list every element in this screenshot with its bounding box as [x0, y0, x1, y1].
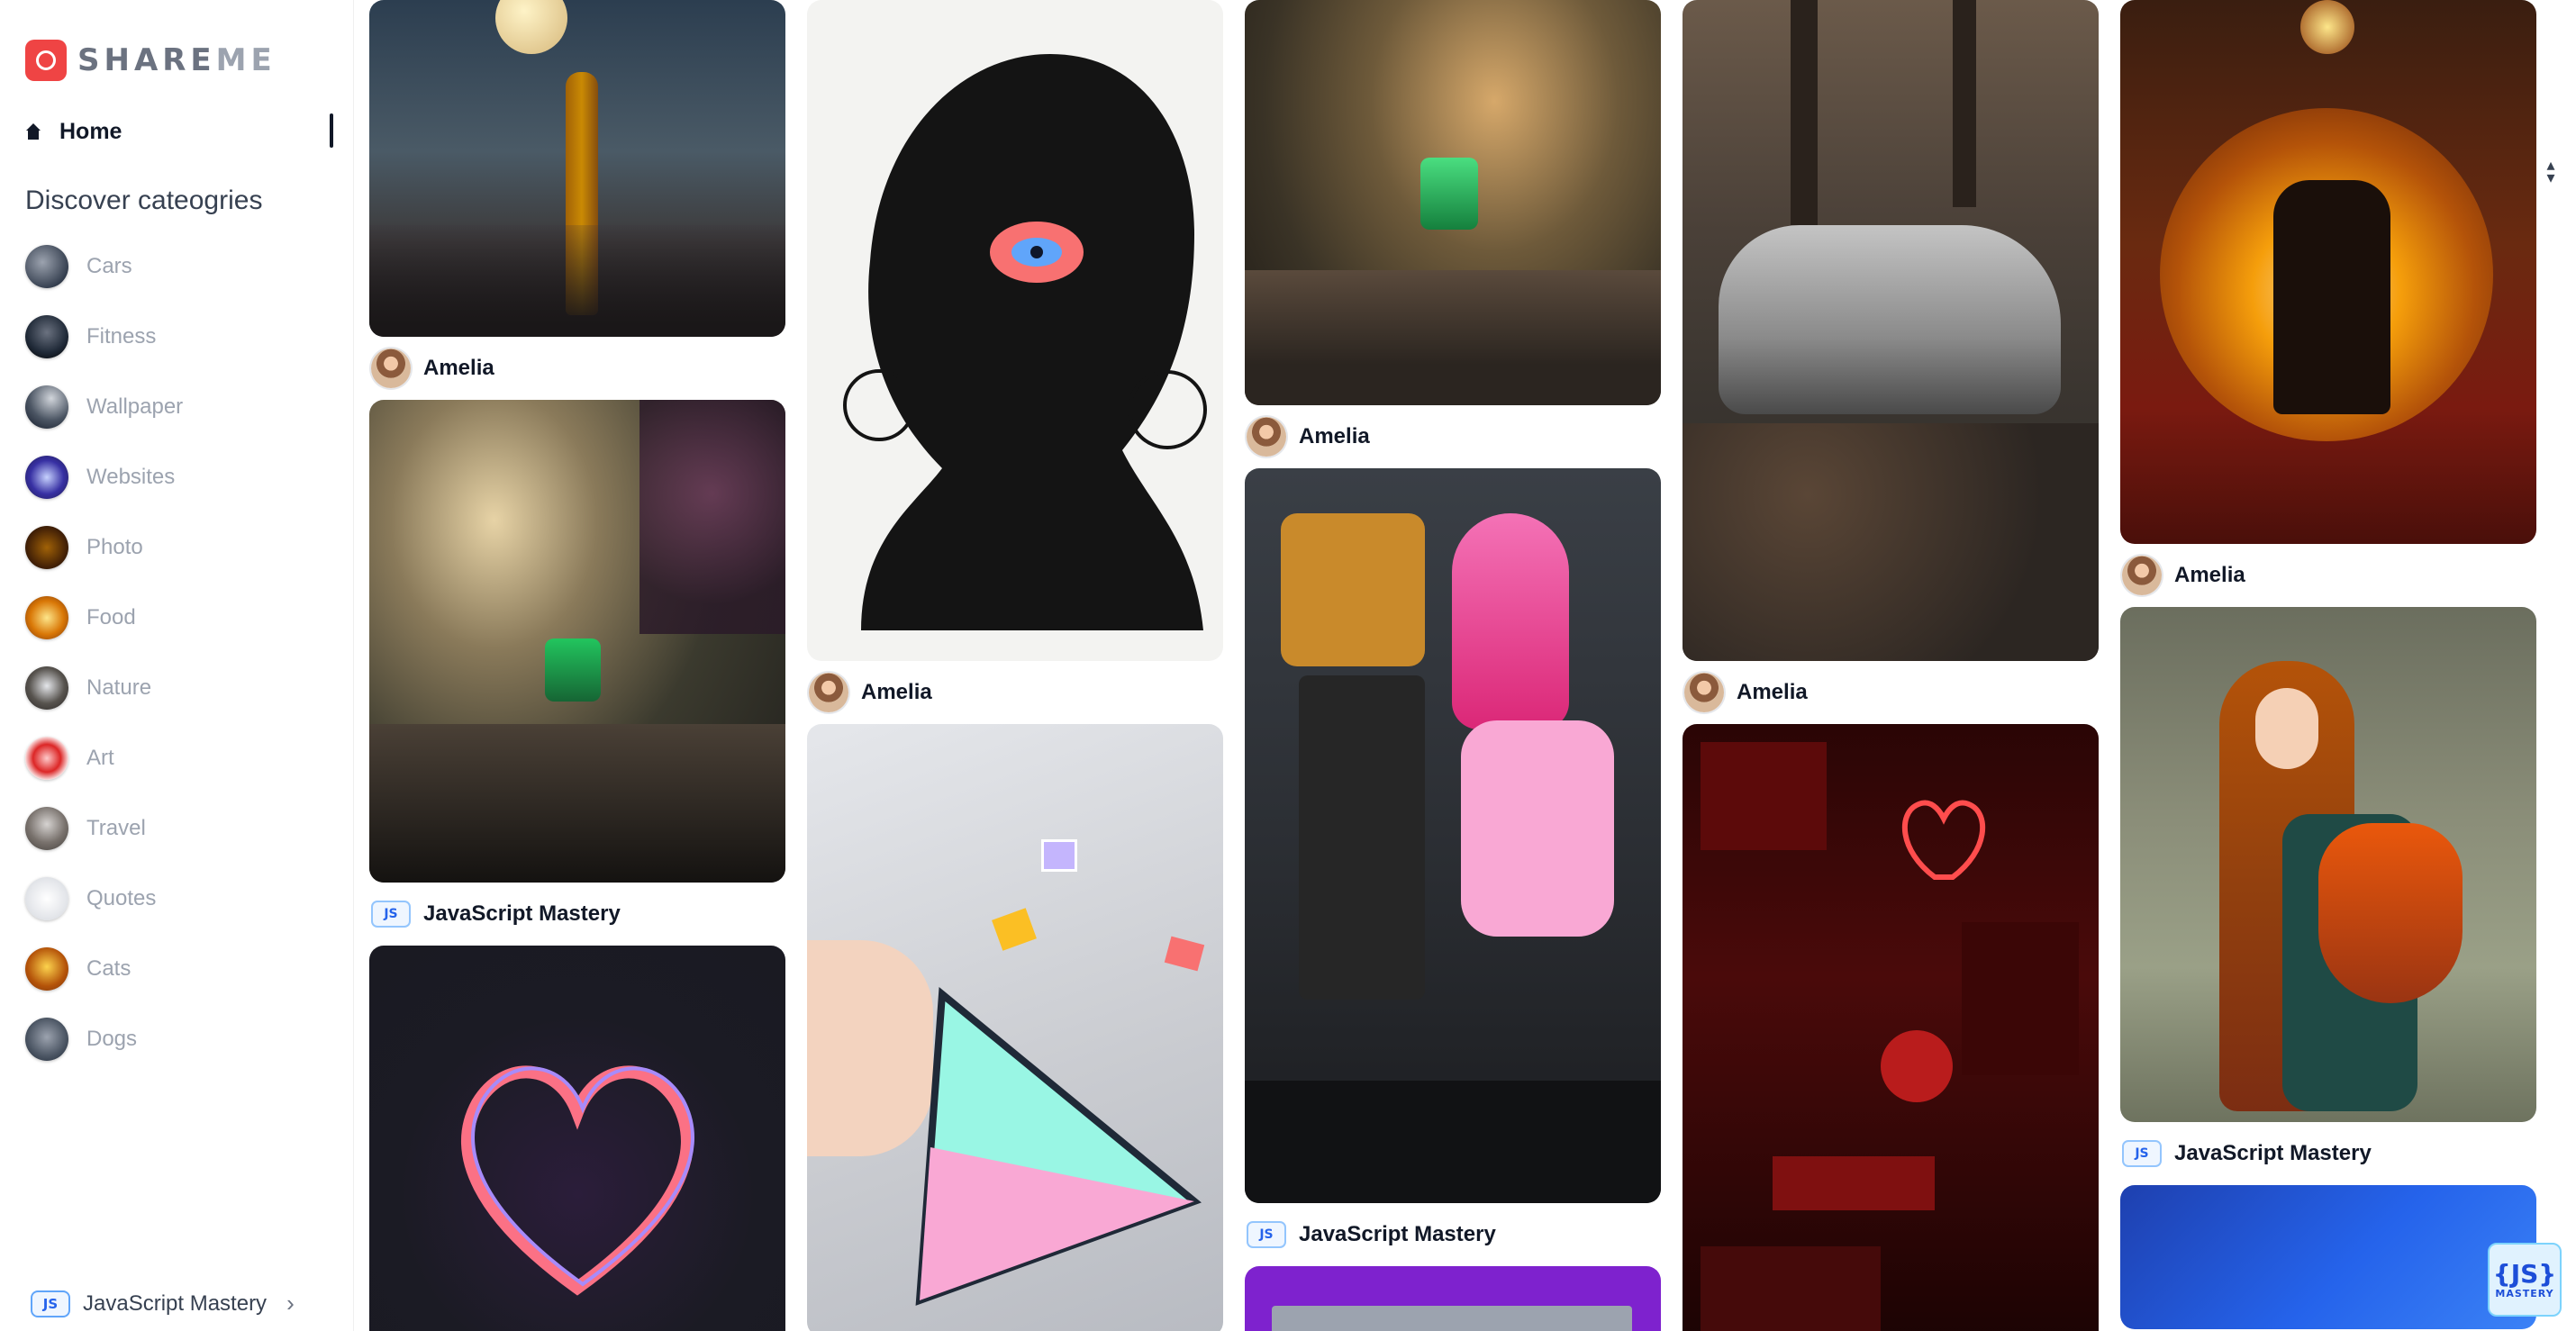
author-avatar	[2122, 556, 2162, 595]
pin-image-face-silhouette[interactable]	[807, 0, 1223, 661]
silhouette-art	[843, 54, 1207, 630]
author-name: Amelia	[423, 356, 494, 380]
masonry-column: Amelia	[1683, 0, 2099, 1331]
category-item-travel[interactable]: Travel	[25, 807, 183, 850]
category-thumb	[25, 737, 68, 780]
sidebar-user-profile-link[interactable]: JS JavaScript Mastery ›	[31, 1290, 295, 1317]
category-thumb	[25, 947, 68, 991]
category-thumb	[25, 245, 68, 288]
category-item-art[interactable]: Art	[25, 737, 183, 780]
category-thumb	[25, 666, 68, 710]
js-mastery-watermark: {JS} MASTERY	[2488, 1243, 2562, 1317]
category-thumb	[25, 315, 68, 358]
pin-author[interactable]: Amelia	[369, 337, 785, 400]
pin-author[interactable]: Amelia	[1245, 405, 1661, 468]
pin-feed: Amelia JS JavaScript Mastery Amelia Amel…	[369, 0, 2549, 1331]
category-thumb	[25, 1018, 68, 1061]
category-label: Dogs	[86, 1027, 138, 1051]
author-name: Amelia	[2174, 563, 2245, 587]
user-avatar: JS	[31, 1290, 70, 1317]
pin-image-giraffe-moon[interactable]	[369, 0, 785, 337]
author-avatar	[809, 673, 848, 712]
category-item-websites[interactable]: Websites	[25, 456, 183, 499]
author-avatar: JS	[1247, 1221, 1286, 1248]
author-name: JavaScript Mastery	[423, 901, 621, 926]
category-thumb	[25, 526, 68, 569]
brand-logo[interactable]: SHAREME	[25, 40, 277, 81]
category-label: Photo	[86, 535, 143, 559]
masonry-column: Amelia JS JavaScript Mastery	[369, 0, 785, 1331]
category-label: Nature	[86, 675, 152, 700]
pin-author[interactable]: JS JavaScript Mastery	[369, 883, 785, 946]
pin-image-red-neon-collage[interactable]	[1683, 724, 2099, 1331]
masonry-column: Amelia JS JavaScript Mastery	[1245, 0, 1661, 1331]
category-label: Travel	[86, 816, 146, 840]
author-avatar	[1247, 417, 1286, 457]
pin-author[interactable]: JS JavaScript Mastery	[1245, 1203, 1661, 1266]
author-name: JavaScript Mastery	[2174, 1141, 2372, 1165]
category-list: Cars Fitness Wallpaper Websites Photo Fo…	[25, 245, 183, 1088]
pin-image-couple-sunset[interactable]	[2120, 0, 2536, 544]
active-indicator	[330, 113, 333, 148]
category-label: Art	[86, 746, 114, 770]
category-item-dogs[interactable]: Dogs	[25, 1018, 183, 1061]
sidebar: SHAREME Home Discover cateogries Cars Fi…	[0, 0, 354, 1331]
category-label: Fitness	[86, 324, 157, 349]
masonry-column: Amelia	[807, 0, 1223, 1331]
pin-image-girl-with-fox[interactable]	[2120, 607, 2536, 1122]
author-avatar: JS	[2122, 1140, 2162, 1167]
category-label: Quotes	[86, 886, 157, 910]
pin-author[interactable]: Amelia	[1683, 661, 2099, 724]
author-avatar	[371, 349, 411, 388]
pin-author[interactable]: JS JavaScript Mastery	[2120, 1122, 2536, 1185]
category-item-photo[interactable]: Photo	[25, 526, 183, 569]
author-name: Amelia	[1737, 680, 1808, 704]
triangle-art	[915, 987, 1202, 1306]
discover-categories-heading: Discover cateogries	[25, 186, 263, 215]
category-label: Food	[86, 605, 136, 629]
author-avatar	[1684, 673, 1724, 712]
category-label: Wallpaper	[86, 394, 184, 419]
chevron-right-icon: ›	[286, 1290, 295, 1317]
user-name: JavaScript Mastery	[83, 1290, 268, 1316]
nav-home-label: Home	[59, 118, 122, 144]
pin-image-scooter-bokeh[interactable]	[1245, 0, 1661, 405]
author-name: Amelia	[1299, 424, 1370, 448]
scroll-arrows-icon[interactable]: ▴ ▾	[2540, 157, 2562, 186]
nav-home-link[interactable]: Home	[25, 112, 333, 151]
author-name: JavaScript Mastery	[1299, 1222, 1496, 1246]
pin-image-blue-gradient[interactable]	[2120, 1185, 2536, 1329]
pin-image-stained-glass-triangle[interactable]	[807, 724, 1223, 1331]
category-thumb	[25, 596, 68, 639]
category-item-cats[interactable]: Cats	[25, 947, 183, 991]
pin-image-sports-car[interactable]	[1683, 0, 2099, 661]
category-item-food[interactable]: Food	[25, 596, 183, 639]
category-label: Cats	[86, 956, 132, 981]
pin-image-neon-heart[interactable]	[369, 946, 785, 1331]
category-thumb	[25, 807, 68, 850]
category-item-wallpaper[interactable]: Wallpaper	[25, 385, 183, 429]
category-label: Websites	[86, 465, 176, 489]
category-item-nature[interactable]: Nature	[25, 666, 183, 710]
pin-image-purple-card[interactable]	[1245, 1266, 1661, 1331]
pin-image-spongebob-patrick[interactable]	[1245, 468, 1661, 1203]
author-name: Amelia	[861, 680, 932, 704]
category-item-fitness[interactable]: Fitness	[25, 315, 183, 358]
camera-icon	[25, 40, 67, 81]
category-thumb	[25, 877, 68, 920]
category-item-quotes[interactable]: Quotes	[25, 877, 183, 920]
pin-author[interactable]: Amelia	[807, 661, 1223, 724]
author-avatar: JS	[371, 901, 411, 928]
masonry-column: Amelia JS JavaScript Mastery	[2120, 0, 2536, 1329]
neon-collage-art	[1701, 742, 2079, 1331]
brand-name: SHAREME	[77, 42, 277, 78]
heart-shape	[461, 1065, 694, 1296]
category-item-cars[interactable]: Cars	[25, 245, 183, 288]
category-thumb	[25, 456, 68, 499]
pin-image-scooter-street[interactable]	[369, 400, 785, 883]
pin-author[interactable]: Amelia	[2120, 544, 2536, 607]
category-thumb	[25, 385, 68, 429]
home-icon	[25, 123, 41, 140]
category-label: Cars	[86, 254, 132, 278]
